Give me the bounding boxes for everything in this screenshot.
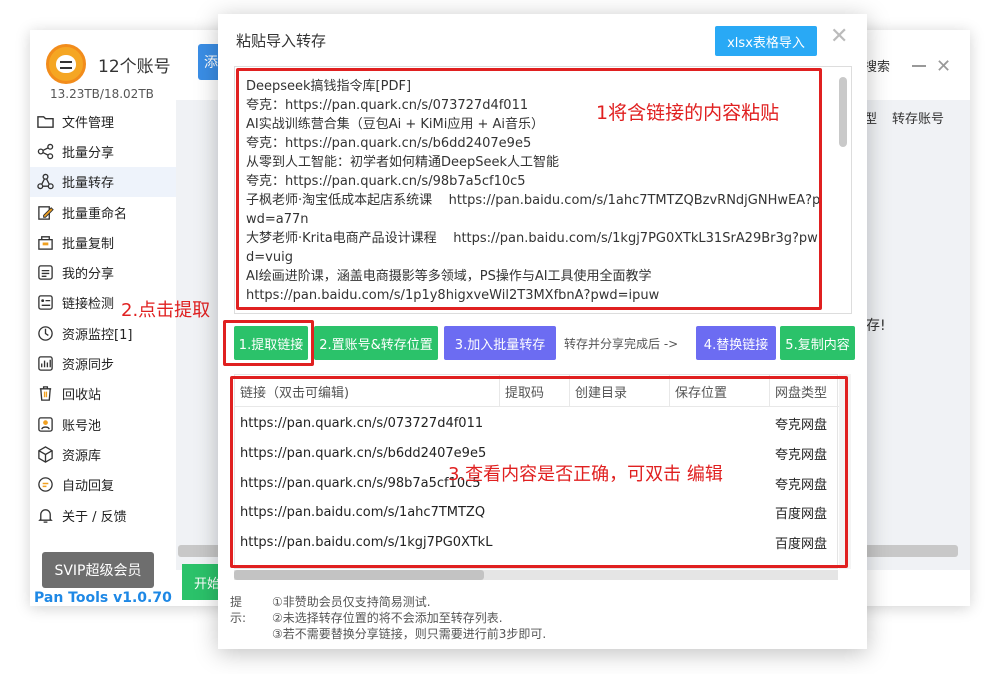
sidebar-item-file-manage[interactable]: 文件管理 [30, 106, 176, 136]
folder-icon [36, 112, 54, 130]
sidebar-item-label: 账号池 [62, 418, 102, 434]
sidebar-item-resource-monitor[interactable]: 资源监控[1] [30, 318, 176, 348]
sidebar-item-label: 资源监控[1] [62, 327, 133, 343]
sidebar-item-label: 自动回复 [62, 479, 115, 495]
share-icon [36, 142, 54, 160]
set-account-location-button[interactable]: 2.置账号&转存位置 [314, 326, 438, 360]
minimize-icon[interactable] [912, 65, 926, 67]
paste-import-dialog: 粘贴导入转存 xlsx表格导入 ✕ Deepseek搞钱指令库[PDF] 夸克：… [218, 14, 867, 649]
monitor-icon [36, 324, 54, 342]
sidebar-item-my-share[interactable]: 我的分享 [30, 257, 176, 287]
auto-reply-icon [36, 476, 54, 494]
paste-scrollbar[interactable] [839, 77, 847, 147]
column-header-save-account: 转存账号 [892, 112, 945, 127]
xlsx-import-button[interactable]: xlsx表格导入 [715, 26, 817, 56]
sidebar-item-label: 资源同步 [62, 358, 115, 374]
add-batch-transfer-button[interactable]: 3.加入批量转存 [444, 326, 556, 360]
copy-icon [36, 233, 54, 251]
sidebar-item-auto-reply[interactable]: 自动回复 [30, 470, 176, 500]
cube-icon [36, 445, 54, 463]
annotation-box-extract [223, 320, 314, 366]
rename-icon [36, 203, 54, 221]
after-transfer-hint: 转存并分享完成后 -> [564, 337, 679, 351]
sidebar-item-batch-share[interactable]: 批量分享 [30, 136, 176, 166]
annotation-step1: 1将含链接的内容粘贴 [596, 102, 780, 124]
copy-content-button[interactable]: 5.复制内容 [780, 326, 855, 360]
sidebar-item-label: 资源库 [62, 448, 102, 464]
sidebar-item-label: 批量复制 [62, 236, 115, 252]
replace-links-button[interactable]: 4.替换链接 [696, 326, 776, 360]
sidebar-item-label: 批量重命名 [62, 206, 128, 222]
sidebar-item-label: 批量分享 [62, 145, 115, 161]
tip-line: ②未选择转存位置的将不会添加至转存列表. [272, 611, 503, 625]
sidebar-item-batch-rename[interactable]: 批量重命名 [30, 197, 176, 227]
sidebar-item-label: 我的分享 [62, 267, 115, 283]
tip-line: ③若不需要替换分享链接，则只需要进行前3步即可. [272, 627, 547, 641]
sidebar-item-about-feedback[interactable]: 关于 / 反馈 [30, 500, 176, 530]
close-icon[interactable]: ✕ [830, 24, 848, 49]
dialog-title: 粘贴导入转存 [236, 32, 327, 50]
sidebar-item-resource-sync[interactable]: 资源同步 [30, 348, 176, 378]
table-scrollbar-thumb[interactable] [234, 570, 484, 580]
trash-icon [36, 385, 54, 403]
link-check-icon [36, 294, 54, 312]
window-close-icon[interactable]: ✕ [936, 56, 951, 77]
sidebar-item-label: 回收站 [62, 388, 102, 404]
my-share-icon [36, 264, 54, 282]
sidebar-item-label: 文件管理 [62, 115, 115, 131]
sidebar-item-batch-copy[interactable]: 批量复制 [30, 227, 176, 257]
storage-usage: 13.23TB/18.02TB [50, 87, 154, 101]
sidebar-item-label: 关于 / 反馈 [62, 509, 127, 525]
account-count-title[interactable]: 12个账号 [98, 52, 171, 77]
sidebar-item-label: 链接检测 [62, 297, 115, 313]
sidebar-item-resource-library[interactable]: 资源库 [30, 439, 176, 469]
sidebar-item-batch-transfer[interactable]: 批量转存 [30, 166, 176, 197]
app-logo-icon [46, 44, 86, 84]
sidebar-item-label: 批量转存 [62, 176, 115, 192]
bell-icon [36, 506, 54, 524]
annotation-step3: 3.查看内容是否正确，可双击 编辑 [448, 464, 723, 485]
tips-label: 提示: [230, 595, 247, 625]
annotation-step2: 2.点击提取 [121, 300, 211, 321]
sync-icon [36, 355, 54, 373]
sidebar-item-recycle-bin[interactable]: 回收站 [30, 379, 176, 409]
transfer-icon [36, 173, 54, 191]
tip-line: ①非赞助会员仅支持简易测试. [272, 595, 431, 609]
svip-button[interactable]: SVIP超级会员 [42, 552, 154, 588]
sidebar-item-account-pool[interactable]: 账号池 [30, 409, 176, 439]
version-label: Pan Tools v1.0.70 [34, 590, 172, 606]
account-pool-icon [36, 415, 54, 433]
search-button[interactable]: 搜索 [864, 56, 890, 75]
status-text-partial: 存! [866, 318, 886, 334]
